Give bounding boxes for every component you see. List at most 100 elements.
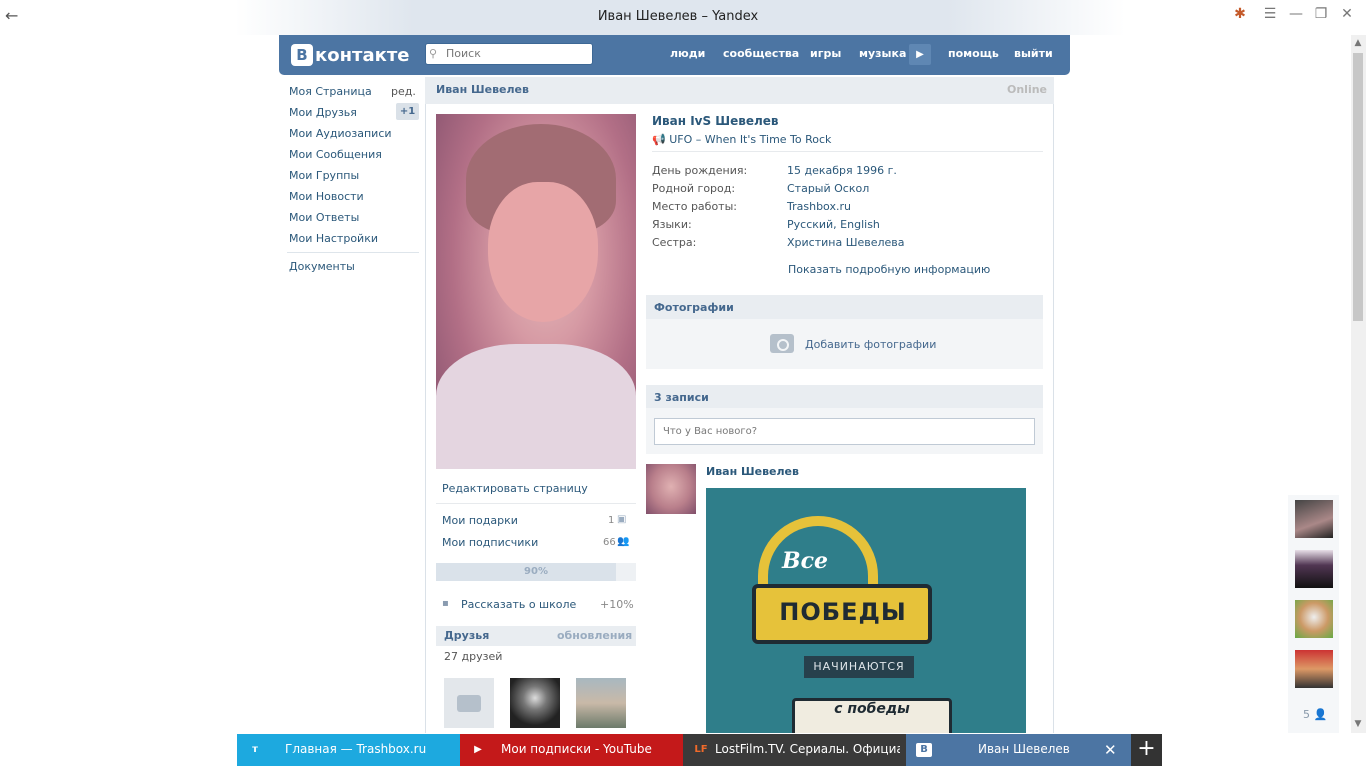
post-author-name[interactable]: Иван Шевелев xyxy=(706,465,799,478)
scroll-thumb[interactable] xyxy=(1353,53,1363,321)
close-tab-icon[interactable]: ✕ xyxy=(1104,741,1117,759)
restore-icon[interactable]: ❐ xyxy=(1310,6,1332,26)
menu-my-groups[interactable]: Мои Группы xyxy=(289,169,359,182)
profile-progress-bar: 90% xyxy=(436,563,636,581)
tab-label: Иван Шевелев xyxy=(978,742,1070,756)
menu-my-settings[interactable]: Мои Настройки xyxy=(289,232,378,245)
menu-icon[interactable]: ☰ xyxy=(1259,6,1281,26)
school-icon: ▪ xyxy=(442,598,449,609)
vk-favicon-icon: В xyxy=(916,743,932,757)
scroll-down-icon[interactable]: ▼ xyxy=(1353,719,1363,731)
chat-avatar[interactable] xyxy=(1295,550,1333,588)
menu-my-friends[interactable]: Мои Друзья xyxy=(289,106,357,119)
camera-icon[interactable] xyxy=(770,334,794,353)
friends-title[interactable]: Друзья xyxy=(444,629,489,642)
image-sub-text: НАЧИНАЮТСЯ xyxy=(804,656,914,678)
addon-icon[interactable]: ✱ xyxy=(1229,6,1251,26)
info-sister[interactable]: Христина Шевелева xyxy=(787,236,905,249)
add-photos-link[interactable]: Добавить фотографии xyxy=(805,338,936,351)
image-sign-text: ПОБЕДЫ xyxy=(779,598,907,626)
school-bonus: +10% xyxy=(600,598,634,611)
window-title: Иван Шевелев – Yandex xyxy=(597,9,759,24)
info-birthday[interactable]: 15 декабря 1996 г. xyxy=(787,164,897,177)
friends-badge[interactable]: +1 xyxy=(396,103,419,120)
search-input[interactable]: Поиск xyxy=(425,43,593,65)
minimize-icon[interactable]: — xyxy=(1285,6,1307,26)
show-more-info-link[interactable]: Показать подробную информацию xyxy=(788,263,990,276)
page-title: Иван Шевелев xyxy=(436,83,529,96)
wall-title[interactable]: 3 записи xyxy=(654,391,709,404)
tab-vk-active[interactable]: В Иван Шевелев xyxy=(906,734,1131,766)
edit-page-link[interactable]: Редактировать страницу xyxy=(442,482,588,495)
menu-divider xyxy=(287,252,419,253)
status-text: UFO – When It's Time To Rock xyxy=(669,133,832,146)
progress-label: 90% xyxy=(524,566,548,577)
nav-help[interactable]: помощь xyxy=(948,47,999,60)
chat-count-value: 5 xyxy=(1303,708,1310,721)
gifts-count: 1 xyxy=(608,515,615,526)
chat-avatar[interactable] xyxy=(1295,500,1333,538)
menu-my-news[interactable]: Мои Новости xyxy=(289,190,364,203)
info-label: Языки: xyxy=(652,218,692,231)
info-label: Сестра: xyxy=(652,236,697,249)
my-followers-link[interactable]: Мои подписчики xyxy=(442,536,538,549)
friend-avatar[interactable] xyxy=(444,678,494,728)
chat-avatar[interactable] xyxy=(1295,650,1333,688)
profile-status[interactable]: 📢 UFO – When It's Time To Rock xyxy=(652,133,831,146)
nav-communities[interactable]: сообщества xyxy=(723,47,799,60)
scroll-up-icon[interactable]: ▲ xyxy=(1353,38,1363,50)
search-icon: ⚲ xyxy=(429,47,438,60)
speaker-icon: 📢 xyxy=(652,133,670,146)
user-icon: 👤 xyxy=(1313,708,1328,721)
followers-icon: 👥 xyxy=(617,536,630,547)
tab-trashbox[interactable]: т Главная — Trashbox.ru xyxy=(237,734,460,766)
new-tab-button[interactable]: + xyxy=(1131,734,1162,766)
tell-about-school-link[interactable]: Рассказать о школе xyxy=(461,598,576,611)
post-author-avatar[interactable] xyxy=(646,464,696,514)
post-image[interactable]: Все ПОБЕДЫ НАЧИНАЮТСЯ с победы xyxy=(706,488,1026,734)
menu-documents[interactable]: Документы xyxy=(289,260,355,273)
info-divider xyxy=(652,151,1043,152)
friend-avatar[interactable] xyxy=(510,678,560,728)
photos-title[interactable]: Фотографии xyxy=(654,301,734,314)
menu-my-audio[interactable]: Мои Аудиозаписи xyxy=(289,127,392,140)
friends-updates-link[interactable]: обновления xyxy=(557,629,632,642)
image-lower-text: с победы xyxy=(792,698,952,734)
nav-people[interactable]: люди xyxy=(670,47,705,60)
nav-games[interactable]: игры xyxy=(810,47,841,60)
nav-music[interactable]: музыка xyxy=(859,47,906,60)
wall-post-input[interactable]: Что у Вас нового? xyxy=(654,418,1035,445)
my-gifts-link[interactable]: Мои подарки xyxy=(442,514,518,527)
chat-count[interactable]: 5 👤 xyxy=(1303,708,1327,721)
tab-label: Главная — Trashbox.ru xyxy=(285,742,427,756)
info-languages[interactable]: Русский, English xyxy=(787,218,880,231)
friends-count[interactable]: 27 друзей xyxy=(444,650,502,663)
info-hometown[interactable]: Старый Оскол xyxy=(787,182,869,195)
chat-avatar[interactable] xyxy=(1295,600,1333,638)
vk-logo-icon: В xyxy=(291,44,313,66)
tab-youtube[interactable]: ▶ Мои подписки - YouTube xyxy=(460,734,683,766)
play-icon[interactable]: ▶ xyxy=(909,44,931,65)
camera-icon xyxy=(457,695,481,712)
online-status: Online xyxy=(1007,83,1048,96)
friend-avatar[interactable] xyxy=(576,678,626,728)
menu-my-page[interactable]: Моя Страница xyxy=(289,85,372,98)
menu-my-messages[interactable]: Мои Сообщения xyxy=(289,148,382,161)
info-label: День рождения: xyxy=(652,164,748,177)
menu-my-answers[interactable]: Мои Ответы xyxy=(289,211,359,224)
menu-edit-link[interactable]: ред. xyxy=(391,85,416,98)
vk-logo[interactable]: В контакте xyxy=(291,43,409,67)
profile-photo[interactable] xyxy=(436,114,636,469)
close-window-icon[interactable]: ✕ xyxy=(1336,6,1358,26)
info-label: Родной город: xyxy=(652,182,736,195)
side-divider xyxy=(436,503,636,504)
info-workplace[interactable]: Trashbox.ru xyxy=(787,200,851,213)
lostfilm-favicon-icon: LF xyxy=(694,744,708,755)
photo-shirt xyxy=(436,344,636,469)
tab-lostfilm[interactable]: LF LostFilm.TV. Сериалы. Официа... xyxy=(683,734,906,766)
info-label: Место работы: xyxy=(652,200,737,213)
profile-full-name: Иван IvS Шевелев xyxy=(652,114,779,128)
gift-icon: ▣ xyxy=(617,514,627,525)
nav-logout[interactable]: выйти xyxy=(1014,47,1053,60)
photo-face xyxy=(488,182,598,322)
